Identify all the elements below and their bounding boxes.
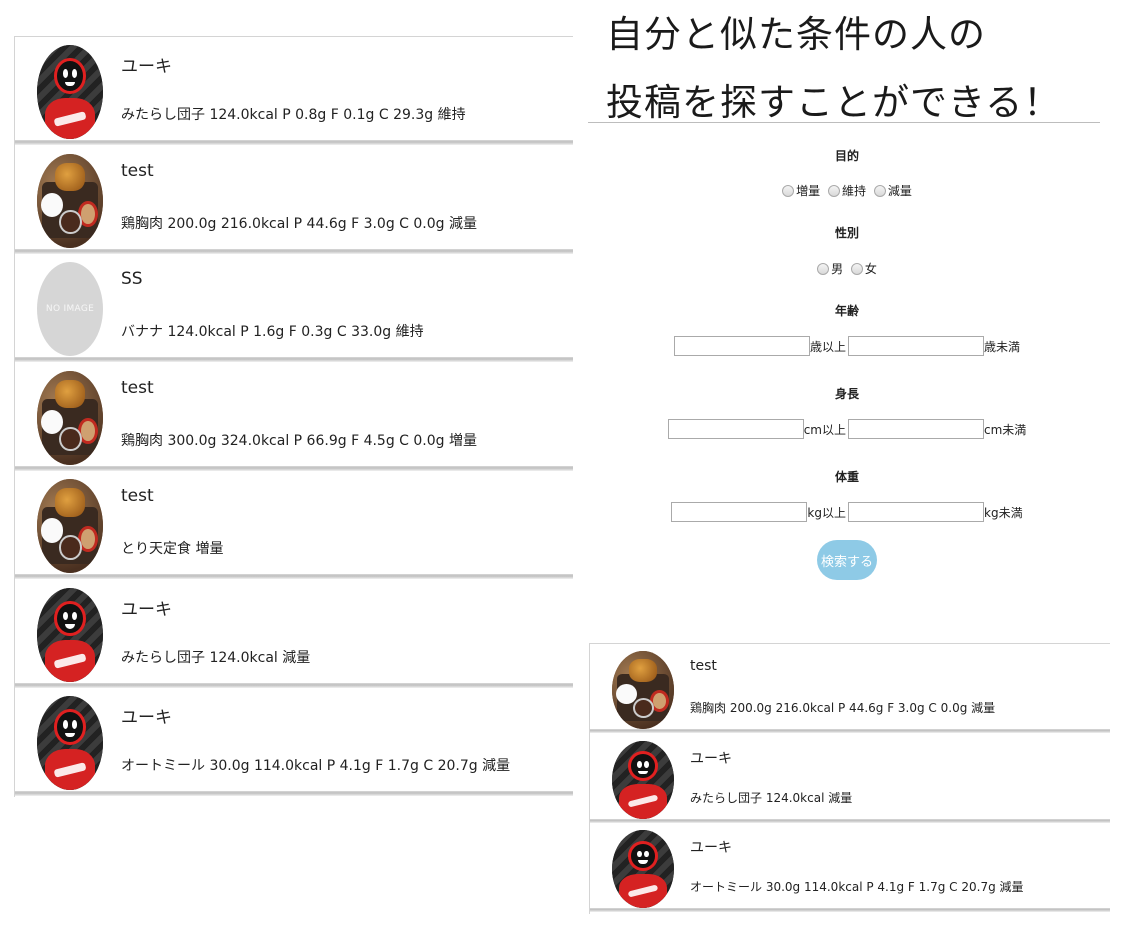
radio-label: 男 [831, 262, 844, 276]
age-min-unit: 歳以上 [809, 339, 846, 354]
post-divider [15, 248, 573, 254]
post-item[interactable]: test とり天定食 増量 [15, 471, 573, 579]
post-divider [590, 818, 1110, 823]
post-user-name[interactable]: ユーキ [690, 748, 732, 768]
post-user-name[interactable]: ユーキ [121, 52, 172, 77]
header-divider [588, 122, 1100, 123]
avatar[interactable] [612, 830, 674, 908]
weight-min-unit: kg以上 [807, 505, 846, 520]
gender-radio-female[interactable]: 女 [850, 260, 877, 277]
post-item[interactable]: ユーキオートミール 30.0g 114.0kcal P 4.1g F 1.7g … [590, 823, 1110, 912]
post-text: オートミール 30.0g 114.0kcal P 4.1g F 1.7g C 2… [690, 880, 1024, 894]
search-results-feed: test 鶏胸肉 200.0g 216.0kcal P 44.6g F 3.0g … [589, 643, 1110, 914]
radio-button[interactable] [817, 262, 830, 275]
age-max-unit: 歳未満 [984, 339, 1021, 354]
avatar[interactable] [37, 696, 103, 790]
height-min-unit: cm以上 [803, 422, 846, 437]
purpose-label: 目的 [834, 149, 859, 163]
post-text: 鶏胸肉 200.0g 216.0kcal P 44.6g F 3.0g C 0.… [690, 701, 996, 715]
gender-radio-male[interactable]: 男 [817, 260, 843, 277]
age-min-input[interactable] [673, 336, 810, 356]
post-text: バナナ 124.0kcal P 1.6g F 0.3g C 33.0g 維持 [121, 324, 424, 340]
post-item[interactable]: ユーキみたらし団子 124.0kcal 減量 [590, 733, 1110, 823]
post-text: みたらし団子 124.0kcal 減量 [121, 649, 311, 666]
post-item[interactable]: ユーキオートミール 30.0g 114.0kcal P 4.1g F 1.7g … [15, 688, 573, 796]
height-min-input[interactable] [667, 419, 804, 439]
purpose-radio-bulk[interactable]: 増量 [782, 182, 820, 199]
post-divider [590, 729, 1110, 733]
post-divider [15, 357, 573, 362]
post-item[interactable]: test 鶏胸肉 200.0g 216.0kcal P 44.6g F 3.0g … [15, 145, 573, 254]
no-image-label: NO IMAGE [45, 304, 95, 314]
gender-radio-group: 男 女 [588, 260, 1106, 278]
post-user-name[interactable]: ユーキ [690, 837, 732, 857]
post-divider [590, 908, 1110, 912]
post-user-name[interactable]: test [690, 658, 717, 674]
weight-min-input[interactable] [671, 502, 808, 522]
radio-label: 減量 [887, 184, 912, 198]
avatar[interactable] [37, 587, 103, 682]
age-label: 年齢 [834, 304, 859, 318]
purpose-radio-maintain[interactable]: 維持 [827, 182, 866, 199]
search-button[interactable]: 検索する [817, 540, 877, 580]
radio-label: 維持 [841, 184, 866, 198]
post-divider [15, 682, 573, 688]
post-user-name[interactable]: ユーキ [121, 595, 172, 620]
height-range-row: cm以上 cm未満 [588, 418, 1106, 440]
avatar[interactable] [37, 370, 103, 465]
post-divider [15, 791, 573, 796]
weight-max-input[interactable] [848, 502, 984, 522]
post-item[interactable]: NO IMAGE SS バナナ 124.0kcal P 1.6g F 0.3g C … [15, 254, 573, 362]
avatar[interactable] [37, 153, 103, 248]
height-max-unit: cm未満 [984, 422, 1027, 437]
post-text: オートミール 30.0g 114.0kcal P 4.1g F 1.7g C 2… [121, 758, 511, 774]
avatar[interactable] [37, 479, 103, 573]
left-post-feed: ユーキみたらし団子 124.0kcal P 0.8g F 0.1g C 29.3… [14, 36, 573, 797]
radio-label: 女 [864, 262, 877, 276]
avatar[interactable] [612, 651, 674, 729]
avatar[interactable]: NO IMAGE [37, 262, 103, 356]
post-user-name[interactable]: test [121, 161, 154, 181]
radio-button[interactable] [850, 262, 863, 275]
avatar[interactable] [612, 740, 674, 819]
radio-button[interactable] [873, 184, 886, 197]
purpose-radio-group: 増量 維持 減量 [588, 182, 1106, 200]
radio-button[interactable] [827, 184, 840, 197]
post-item[interactable]: test 鶏胸肉 200.0g 216.0kcal P 44.6g F 3.0g … [590, 644, 1110, 733]
post-user-name[interactable]: test [121, 486, 154, 506]
age-range-row: 歳以上 歳未満 [588, 335, 1106, 357]
post-item[interactable]: ユーキみたらし団子 124.0kcal 減量 [15, 579, 573, 688]
height-max-input[interactable] [848, 419, 984, 439]
post-text: 鶏胸肉 200.0g 216.0kcal P 44.6g F 3.0g C 0.… [121, 215, 478, 232]
post-user-name[interactable]: SS [121, 269, 143, 289]
avatar[interactable] [37, 45, 103, 139]
weight-label: 体重 [834, 470, 859, 484]
height-label: 身長 [834, 387, 859, 401]
weight-range-row: kg以上 kg未満 [588, 501, 1106, 523]
post-user-name[interactable]: ユーキ [121, 703, 172, 728]
post-text: とり天定食 増量 [121, 541, 224, 557]
post-item[interactable]: test 鶏胸肉 300.0g 324.0kcal P 66.9g F 4.5g … [15, 362, 573, 471]
post-item[interactable]: ユーキみたらし団子 124.0kcal P 0.8g F 0.1g C 29.3… [15, 37, 573, 145]
gender-label: 性別 [834, 226, 859, 240]
post-divider [15, 465, 573, 471]
post-divider [15, 140, 573, 145]
purpose-radio-cut[interactable]: 減量 [873, 182, 912, 199]
post-text: みたらし団子 124.0kcal 減量 [690, 790, 853, 805]
radio-button[interactable] [782, 184, 795, 197]
post-text: 鶏胸肉 300.0g 324.0kcal P 66.9g F 4.5g C 0.… [121, 432, 478, 449]
post-text: みたらし団子 124.0kcal P 0.8g F 0.1g C 29.3g 維… [121, 107, 466, 123]
post-user-name[interactable]: test [121, 378, 154, 398]
post-divider [15, 574, 573, 579]
page-headline-line2: 投稿を探すことができる！ [606, 81, 1062, 124]
age-max-input[interactable] [848, 336, 984, 356]
radio-label: 増量 [796, 184, 821, 198]
page-headline-line1: 自分と似た条件の人の [606, 13, 986, 56]
weight-max-unit: kg未満 [984, 505, 1023, 520]
